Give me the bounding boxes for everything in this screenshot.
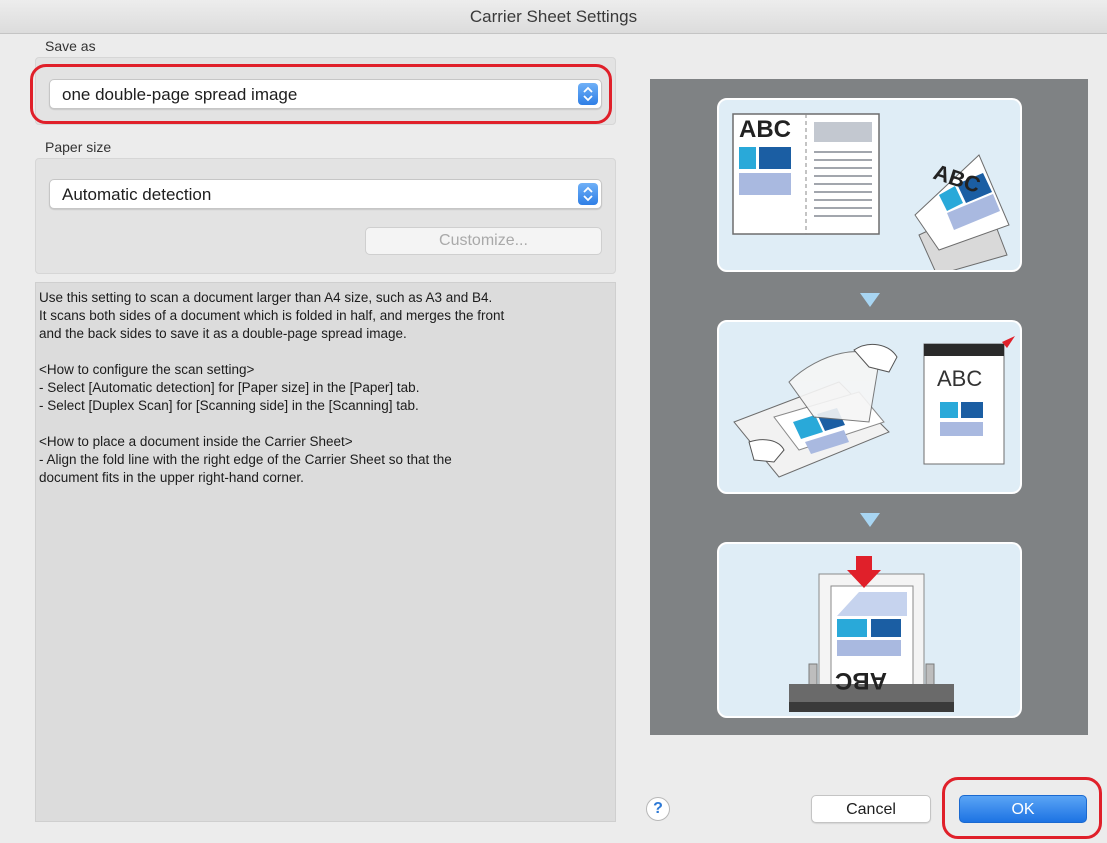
insert-into-carrier-sheet-illustration [733,336,1015,478]
save-as-highlight [30,64,612,124]
title-bar: Carrier Sheet Settings [0,0,1107,34]
customize-button[interactable]: Customize... [365,227,602,255]
arrow-down-icon [860,293,880,307]
description-line: <How to configure the scan setting> [39,362,255,377]
illustration-card-scanner: ABC [717,542,1022,718]
carrier-sheet-settings-window: Carrier Sheet Settings Save as one doubl… [0,0,1107,843]
reversed-abc-text: ABC [835,667,887,694]
illustration-card-insert-document: ABC [717,320,1022,494]
arrow-down-icon [860,513,880,527]
save-as-label: Save as [45,38,96,54]
illustration-panel: ABC ABC ABC ABC [650,79,1088,735]
description-line: It scans both sides of a document which … [39,308,505,323]
paper-size-label: Paper size [45,139,112,155]
description-line: document fits in the upper right-hand co… [39,470,304,485]
carrier-sheet-text: ABC [937,366,983,391]
window-title: Carrier Sheet Settings [469,7,638,26]
chevron-updown-icon [578,183,598,205]
ok-highlight [942,777,1102,839]
cancel-button[interactable]: Cancel [811,795,931,823]
description-line: <How to place a document inside the Carr… [39,434,353,449]
illustration-card-folded-document: ABC ABC [717,98,1022,272]
paper-size-popup[interactable]: Automatic detection [49,179,602,209]
paper-size-group [35,158,616,274]
description-line: - Align the fold line with the right edg… [39,452,452,467]
description-panel: Use this setting to scan a document larg… [35,282,616,822]
description-line: - Select [Automatic detection] for [Pape… [39,380,420,395]
help-button[interactable]: ? [646,797,670,821]
description-line: and the back sides to save it as a doubl… [39,326,407,341]
open-book-text: ABC [739,116,791,143]
description-line: - Select [Duplex Scan] for [Scanning sid… [39,398,419,413]
paper-size-value: Automatic detection [62,185,212,204]
description-line: Use this setting to scan a document larg… [39,290,493,305]
